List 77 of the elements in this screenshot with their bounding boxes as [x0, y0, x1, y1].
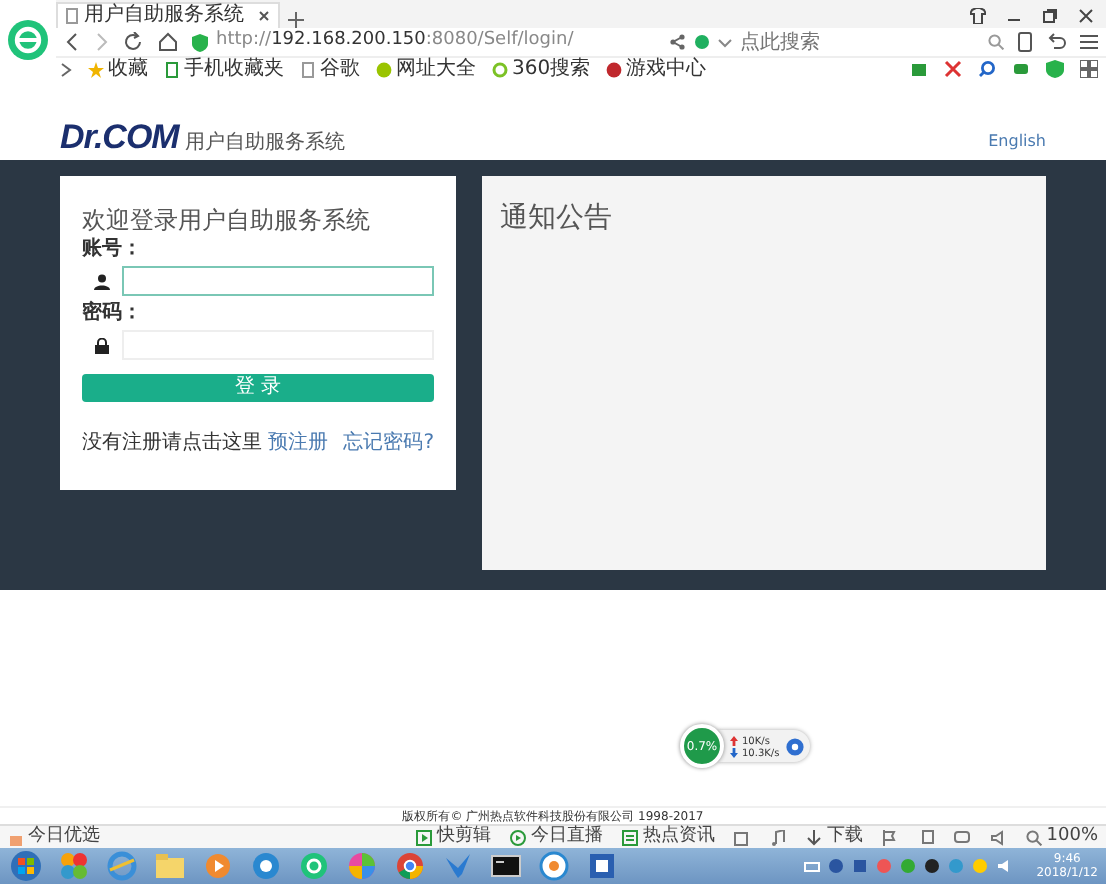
close-icon[interactable] [258, 10, 270, 22]
bookmark[interactable]: 360搜索 [492, 59, 591, 79]
browser-tab[interactable]: 用户自助服务系统 [56, 2, 280, 28]
status-button[interactable]: 快剪辑 [416, 828, 491, 846]
chat-app-icon[interactable] [250, 850, 282, 882]
live-icon [510, 829, 527, 845]
lock-icon [94, 337, 110, 353]
rocket-icon[interactable] [785, 738, 804, 756]
register-prompt: 没有注册请点击这里 预注册 [82, 434, 329, 454]
system-name: 用户自助服务系统 [184, 134, 345, 154]
bookmark[interactable]: 网址大全 [376, 59, 476, 79]
search-icon[interactable] [988, 34, 1004, 50]
play-icon [416, 829, 433, 845]
toolbox-icon[interactable] [910, 60, 928, 78]
flag-icon[interactable] [882, 829, 899, 845]
copy-icon[interactable] [918, 829, 935, 845]
news-icon [622, 829, 639, 845]
bookmark[interactable]: 收藏 [88, 59, 148, 79]
terminal-icon[interactable] [490, 850, 522, 882]
menu-icon[interactable] [1080, 34, 1098, 50]
phone-icon[interactable] [1018, 32, 1032, 52]
tab-title: 用户自助服务系统 [84, 6, 246, 26]
today-picks-button[interactable]: 今日优选 [8, 828, 100, 846]
music-icon[interactable] [770, 829, 787, 845]
zoom-icon [1026, 829, 1043, 845]
status-button[interactable]: 下载 [806, 828, 863, 846]
language-link[interactable]: English [988, 130, 1046, 154]
status-button[interactable]: 今日直播 [510, 828, 603, 846]
search-field[interactable]: 点此搜索 [740, 27, 980, 57]
field-label: 密码： [82, 304, 144, 324]
close-icon[interactable] [1078, 8, 1094, 24]
document-app-icon[interactable] [586, 850, 618, 882]
folder-icon[interactable] [154, 850, 186, 882]
status-button[interactable]: 100% [1026, 828, 1098, 846]
sidebar-toggle-icon[interactable] [60, 61, 72, 77]
start-button[interactable] [8, 850, 44, 882]
back-icon[interactable] [64, 32, 80, 52]
search-icon[interactable] [978, 60, 996, 78]
address-text[interactable]: http://192.168.200.150:8080/Self/login/ [216, 28, 574, 56]
field-label: 账号： [82, 240, 144, 260]
cross-icon[interactable] [944, 60, 962, 78]
home-icon[interactable] [158, 32, 178, 52]
forgot-password-link[interactable]: 忘记密码? [343, 434, 434, 454]
download-icon [806, 829, 823, 845]
bookmark[interactable]: 游戏中心 [606, 59, 707, 79]
bookmark[interactable]: 手机收藏夹 [164, 59, 284, 79]
caret-icon[interactable] [718, 37, 732, 47]
login-title: 欢迎登录用户自助服务系统 [82, 208, 372, 232]
window-icon[interactable] [734, 829, 751, 845]
windows-logo-icon [10, 850, 42, 882]
up-arrow-icon [730, 736, 738, 746]
chat-icon[interactable] [954, 829, 971, 845]
phone-icon [164, 61, 180, 77]
star-icon [88, 61, 104, 77]
volume-icon[interactable] [996, 858, 1013, 874]
page-icon [66, 8, 78, 24]
restore-icon[interactable] [1042, 8, 1058, 24]
new-tab-icon[interactable] [288, 12, 304, 28]
notice-title: 通知公告 [500, 204, 614, 232]
chrome-icon[interactable] [394, 850, 426, 882]
user-icon [94, 273, 110, 289]
browser-logo-icon[interactable] [6, 18, 50, 62]
status-button[interactable]: 热点资讯 [622, 828, 715, 846]
logo: Dr.COM [60, 120, 179, 154]
speaker-icon[interactable] [990, 829, 1007, 845]
media-player-icon[interactable] [202, 850, 234, 882]
register-link[interactable]: 预注册 [268, 432, 329, 454]
down-arrow-icon [730, 748, 738, 758]
share-icon[interactable] [670, 34, 686, 50]
username-field[interactable] [122, 266, 434, 296]
bookmark[interactable]: 谷歌 [300, 59, 360, 79]
undo-icon[interactable] [1046, 32, 1066, 52]
browser-icon[interactable] [298, 850, 330, 882]
keyboard-icon[interactable] [804, 858, 821, 874]
refresh-icon[interactable] [124, 32, 144, 52]
grid-icon[interactable] [1080, 60, 1098, 78]
globe-icon [376, 61, 392, 77]
